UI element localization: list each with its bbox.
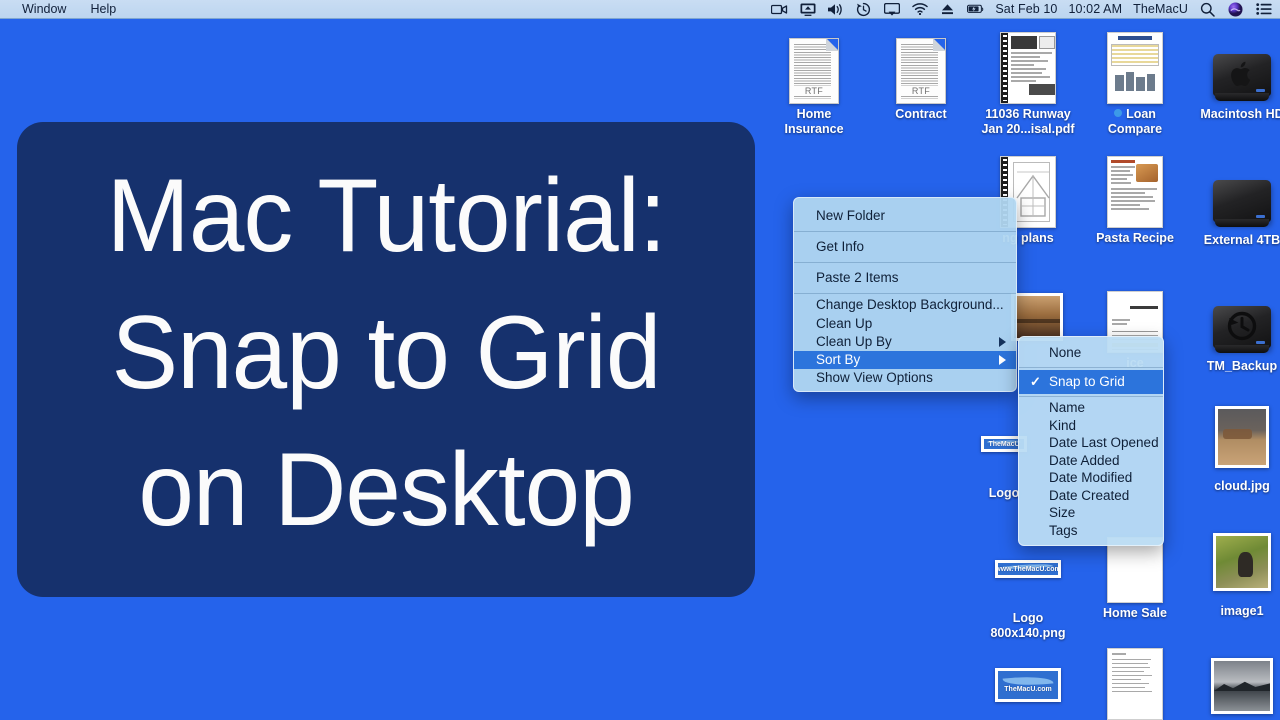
desktop-icon-label: Home Sale: [1103, 606, 1167, 620]
context-menu-item-paste-2-items[interactable]: Paste 2 Items: [794, 264, 1016, 292]
desktop-icon-contract[interactable]: RTF Contract: [869, 26, 973, 122]
menu-bar: Window Help Sat Feb 10 10:02 AM TheMacU: [0, 0, 1280, 19]
desktop-context-menu: New Folder Get Info Paste 2 Items Change…: [793, 197, 1017, 392]
context-menu-item-clean-up[interactable]: Clean Up: [794, 315, 1016, 333]
logo-banner-icon: TheMacU.com: [995, 655, 1061, 715]
title-line-3: on Desktop: [138, 432, 634, 549]
menu-separator: [794, 262, 1016, 263]
context-menu-item-show-view-options[interactable]: Show View Options: [794, 369, 1016, 387]
screen-record-icon[interactable]: [771, 2, 788, 17]
context-menu-item-label: Clean Up By: [816, 334, 892, 349]
menu-bar-date[interactable]: Sat Feb 10: [995, 0, 1057, 18]
checkmark-icon: ✓: [1030, 374, 1041, 389]
spreadsheet-preview-icon: [1102, 26, 1168, 104]
context-menu-item-new-folder[interactable]: New Folder: [794, 202, 1016, 230]
submenu-item-date-created[interactable]: Date Created: [1019, 487, 1163, 505]
rtf-document-icon: RTF: [781, 26, 847, 104]
sort-by-submenu: None ✓ Snap to Grid Name Kind Date Last …: [1018, 336, 1164, 546]
control-center-icon[interactable]: [1255, 2, 1272, 17]
desktop-icon-label: Logo: [988, 486, 1020, 500]
context-menu-item-sort-by[interactable]: Sort By: [794, 351, 1016, 369]
submenu-item-none[interactable]: None: [1019, 341, 1163, 365]
hard-drive-apple-icon: [1209, 26, 1275, 104]
tutorial-title-card: Mac Tutorial: Snap to Grid on Desktop: [17, 122, 755, 597]
hard-drive-icon: [1209, 152, 1275, 230]
desktop-icon-label: TM_Backup: [1206, 359, 1278, 373]
siri-icon[interactable]: [1227, 2, 1244, 17]
desktop-icon-label: Logo 800x140.png: [990, 611, 1066, 640]
menu-window[interactable]: Window: [10, 0, 78, 18]
desktop-icon-label: Home Insurance: [784, 107, 844, 136]
submenu-item-label: Snap to Grid: [1049, 374, 1125, 389]
submenu-item-tags[interactable]: Tags: [1019, 522, 1163, 540]
photo-icon: [1209, 398, 1275, 476]
desktop-icon-home-insurance[interactable]: RTF Home Insurance: [762, 26, 866, 137]
desktop-icon-image1[interactable]: image1: [1190, 523, 1280, 619]
submenu-item-date-last-opened[interactable]: Date Last Opened: [1019, 434, 1163, 452]
battery-charging-icon[interactable]: [967, 2, 984, 17]
photo-icon: [1209, 658, 1275, 720]
desktop-icon-cloud-jpg[interactable]: cloud.jpg: [1190, 398, 1280, 494]
desktop-icon-loan-compare[interactable]: Loan Compare: [1083, 26, 1187, 137]
desktop-icon-list-document[interactable]: [1083, 648, 1187, 720]
desktop-icon-themacu-logo[interactable]: TheMacU.com: [976, 655, 1080, 715]
rtf-document-icon: RTF: [888, 26, 954, 104]
context-menu-item-change-desktop-background[interactable]: Change Desktop Background...: [794, 295, 1016, 315]
submenu-item-kind[interactable]: Kind: [1019, 417, 1163, 435]
hard-drive-timemachine-icon: [1209, 278, 1275, 356]
submenu-item-snap-to-grid[interactable]: ✓ Snap to Grid: [1019, 370, 1163, 394]
submenu-item-date-added[interactable]: Date Added: [1019, 452, 1163, 470]
pdf-preview-icon: [995, 26, 1061, 104]
context-menu-item-get-info[interactable]: Get Info: [794, 233, 1016, 261]
time-machine-icon[interactable]: [855, 2, 872, 17]
screen-mirroring-icon[interactable]: [883, 2, 900, 17]
desktop-icon-macintosh-hd[interactable]: Macintosh HD: [1190, 26, 1280, 122]
spotlight-search-icon[interactable]: [1199, 2, 1216, 17]
menu-separator: [794, 293, 1016, 294]
desktop-icon-label: Contract: [895, 107, 947, 121]
menu-bar-status-area: Sat Feb 10 10:02 AM TheMacU: [771, 0, 1280, 18]
context-menu-item-clean-up-by[interactable]: Clean Up By: [794, 333, 1016, 351]
submenu-item-name[interactable]: Name: [1019, 399, 1163, 417]
desktop-icon-label: cloud.jpg: [1214, 479, 1270, 493]
context-menu-item-label: Sort By: [816, 352, 861, 367]
menu-bar-user[interactable]: TheMacU: [1133, 0, 1188, 18]
airplay-display-icon[interactable]: [799, 2, 816, 17]
chevron-right-icon: [999, 355, 1006, 365]
desktop-icon-label: Macintosh HD: [1200, 107, 1280, 121]
volume-icon[interactable]: [827, 2, 844, 17]
eject-icon[interactable]: [939, 2, 956, 17]
desktop-icon-label: Loan Compare: [1107, 107, 1163, 136]
desktop-icon-tm-backup[interactable]: TM_Backup: [1190, 278, 1280, 374]
menu-help[interactable]: Help: [78, 0, 128, 18]
desktop-icon-label: External 4TB: [1203, 233, 1280, 247]
desktop-icon-label: Pasta Recipe: [1096, 231, 1174, 245]
recipe-preview-icon: [1102, 150, 1168, 228]
desktop-icon-label: image1: [1220, 604, 1264, 618]
menu-bar-time[interactable]: 10:02 AM: [1068, 0, 1122, 18]
desktop-icon-label: 11036 Runway Jan 20...isal.pdf: [981, 107, 1075, 136]
chevron-right-icon: [999, 337, 1006, 347]
desktop-icon-pasta-recipe[interactable]: Pasta Recipe: [1083, 150, 1187, 246]
desktop-icon-runway-appraisal-pdf[interactable]: 11036 Runway Jan 20...isal.pdf: [976, 26, 1080, 137]
desktop-icon-landscape-photo[interactable]: [1190, 658, 1280, 720]
menu-separator: [794, 231, 1016, 232]
document-preview-icon: [1102, 648, 1168, 720]
submenu-item-size[interactable]: Size: [1019, 504, 1163, 522]
wifi-icon[interactable]: [911, 2, 928, 17]
tag-dot: [1114, 109, 1123, 117]
desktop-icon-logo-800x140[interactable]: www.TheMacU.com Logo 800x140.png: [976, 530, 1080, 641]
title-line-2: Snap to Grid: [111, 294, 661, 411]
menu-bar-app-menus: Window Help: [0, 0, 128, 18]
title-line-1: Mac Tutorial:: [106, 157, 666, 274]
desktop-icon-external-4tb[interactable]: External 4TB: [1190, 152, 1280, 248]
menu-separator: [1019, 367, 1163, 368]
submenu-item-date-modified[interactable]: Date Modified: [1019, 469, 1163, 487]
desktop-screen: Window Help Sat Feb 10 10:02 AM TheMacU …: [0, 0, 1280, 720]
photo-icon: [1209, 523, 1275, 601]
menu-separator: [1019, 396, 1163, 397]
